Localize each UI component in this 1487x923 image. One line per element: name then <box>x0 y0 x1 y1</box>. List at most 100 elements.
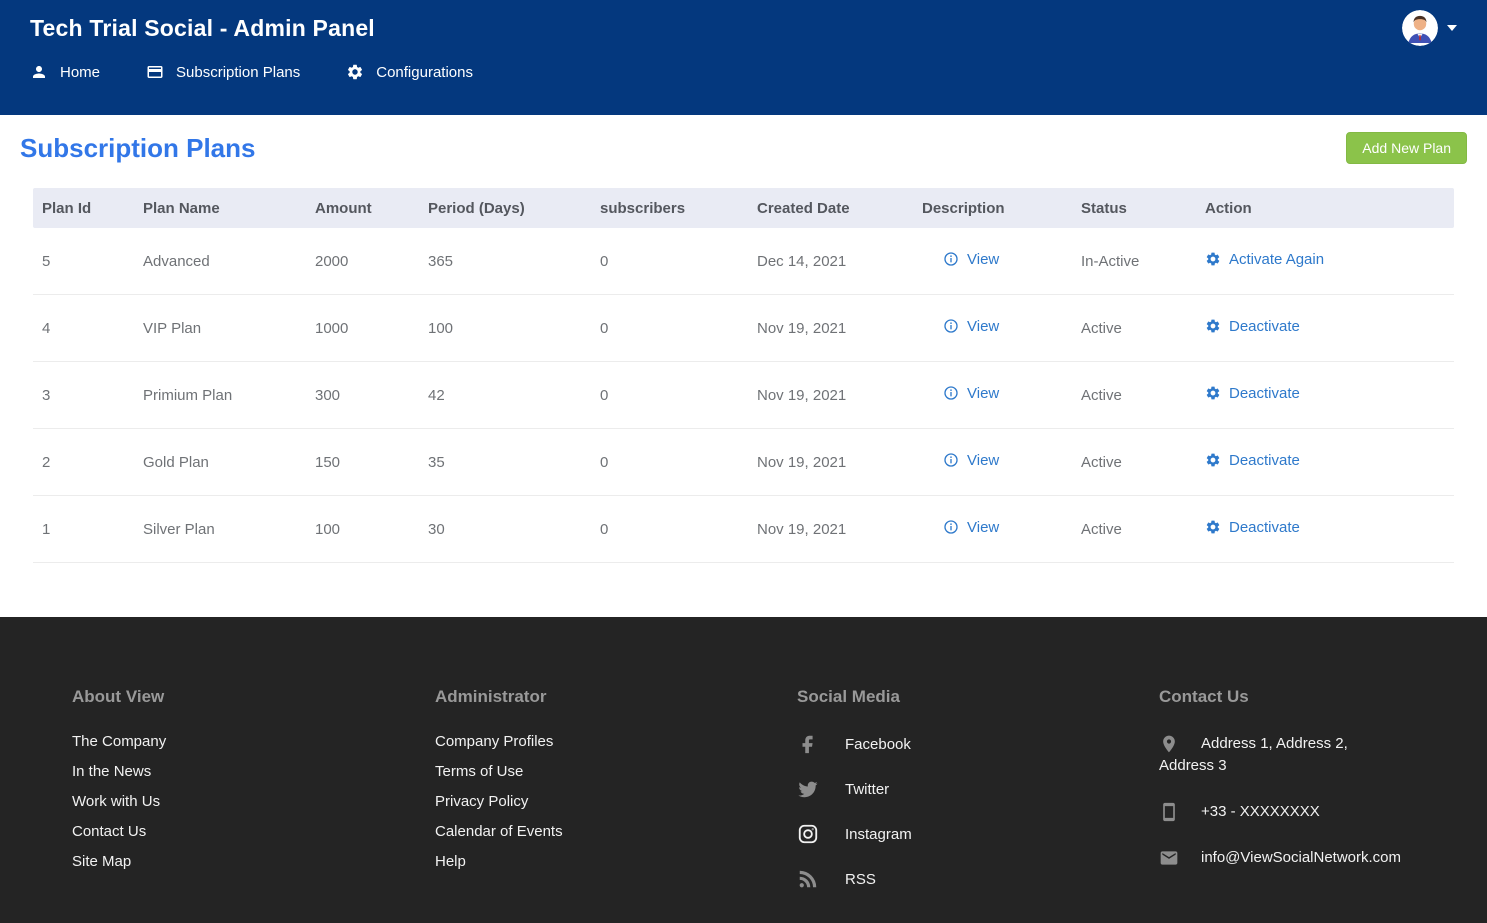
rss-icon <box>797 868 819 890</box>
social-label: Twitter <box>845 781 889 798</box>
cell-period-days: 35 <box>419 454 591 471</box>
gear-icon <box>1205 452 1221 468</box>
cell-created-date: Nov 19, 2021 <box>748 454 913 471</box>
footer-heading: Contact Us <box>1159 687 1447 707</box>
view-description-link[interactable]: View <box>943 519 999 536</box>
column-header: Action <box>1196 200 1454 217</box>
nav-item-configurations[interactable]: Configurations <box>346 63 473 81</box>
credit-card-icon <box>146 63 164 81</box>
footer-link[interactable]: Calendar of Events <box>435 823 797 840</box>
info-icon <box>943 318 959 334</box>
footer-link[interactable]: Site Map <box>72 853 435 870</box>
cell-period-days: 42 <box>419 387 591 404</box>
cell-action: Deactivate <box>1196 385 1454 406</box>
nav-item-subscription-plans[interactable]: Subscription Plans <box>146 63 300 81</box>
person-icon <box>30 63 48 81</box>
social-label: RSS <box>845 871 876 888</box>
footer-link[interactable]: In the News <box>72 763 435 780</box>
main-content: Subscription Plans Add New Plan Plan IdP… <box>0 115 1487 617</box>
cell-created-date: Nov 19, 2021 <box>748 320 913 337</box>
cell-plan-name: Gold Plan <box>134 454 306 471</box>
view-description-link[interactable]: View <box>943 452 999 469</box>
footer-social-link[interactable]: Instagram <box>797 823 1159 845</box>
cell-period-days: 30 <box>419 521 591 538</box>
footer-link[interactable]: Help <box>435 853 797 870</box>
footer-link[interactable]: The Company <box>72 733 435 750</box>
cell-description: View <box>913 318 1072 339</box>
footer-heading: Social Media <box>797 687 1159 707</box>
nav-item-label: Configurations <box>376 64 473 81</box>
footer-link[interactable]: Terms of Use <box>435 763 797 780</box>
cell-action: Activate Again <box>1196 251 1454 272</box>
column-header: subscribers <box>591 200 748 217</box>
page-title: Subscription Plans <box>20 133 256 164</box>
footer: About View The CompanyIn the NewsWork wi… <box>0 617 1487 923</box>
view-description-link[interactable]: View <box>943 251 999 268</box>
footer-link[interactable]: Privacy Policy <box>435 793 797 810</box>
status-text: Active <box>1072 454 1196 471</box>
cell-plan-name: VIP Plan <box>134 320 306 337</box>
footer-social-link[interactable]: Twitter <box>797 778 1159 800</box>
action-link[interactable]: Deactivate <box>1205 519 1300 536</box>
app-title: Tech Trial Social - Admin Panel <box>30 15 375 42</box>
table-row: 2 Gold Plan 150 35 0 Nov 19, 2021 View A… <box>33 429 1454 496</box>
column-header: Description <box>913 200 1072 217</box>
action-link[interactable]: Deactivate <box>1205 452 1300 469</box>
cell-plan-id: 2 <box>33 454 134 471</box>
column-header: Period (Days) <box>419 200 591 217</box>
info-icon <box>943 251 959 267</box>
table-row: 4 VIP Plan 1000 100 0 Nov 19, 2021 View … <box>33 295 1454 362</box>
gear-icon <box>1205 318 1221 334</box>
contact-text: info@ViewSocialNetwork.com <box>1201 849 1401 866</box>
cell-subscribers: 0 <box>591 253 748 270</box>
cell-subscribers: 0 <box>591 521 748 538</box>
cell-description: View <box>913 452 1072 473</box>
status-text: Active <box>1072 320 1196 337</box>
info-icon <box>943 385 959 401</box>
footer-social-link[interactable]: Facebook <box>797 733 1159 755</box>
footer-social-link[interactable]: RSS <box>797 868 1159 890</box>
add-new-plan-button[interactable]: Add New Plan <box>1346 132 1467 164</box>
cell-amount: 1000 <box>306 320 419 337</box>
cell-description: View <box>913 519 1072 540</box>
cell-amount: 300 <box>306 387 419 404</box>
info-icon <box>943 519 959 535</box>
cell-plan-id: 3 <box>33 387 134 404</box>
avatar <box>1402 10 1438 46</box>
footer-link[interactable]: Work with Us <box>72 793 435 810</box>
footer-administrator: Administrator Company ProfilesTerms of U… <box>435 675 797 923</box>
footer-social: Social Media Facebook Twitter Instagram RSS <box>797 675 1159 923</box>
contact-text: +33 - XXXXXXXX <box>1201 803 1320 820</box>
social-label: Facebook <box>845 736 911 753</box>
footer-link[interactable]: Contact Us <box>72 823 435 840</box>
table-header-row: Plan IdPlan NameAmountPeriod (Days)subsc… <box>33 188 1454 228</box>
nav-item-home[interactable]: Home <box>30 63 100 81</box>
table-row: 5 Advanced 2000 365 0 Dec 14, 2021 View … <box>33 228 1454 295</box>
table-body: 5 Advanced 2000 365 0 Dec 14, 2021 View … <box>33 228 1454 563</box>
social-links-list: Facebook Twitter Instagram RSS <box>797 733 1159 890</box>
column-header: Created Date <box>748 200 913 217</box>
view-description-link[interactable]: View <box>943 318 999 335</box>
phone-icon <box>1159 802 1179 822</box>
cell-plan-id: 4 <box>33 320 134 337</box>
contact-item: Address 1, Address 2, Address 3 <box>1159 733 1387 777</box>
column-header: Status <box>1072 200 1196 217</box>
user-menu[interactable] <box>1402 10 1457 46</box>
view-description-link[interactable]: View <box>943 385 999 402</box>
cell-action: Deactivate <box>1196 452 1454 473</box>
column-header: Plan Id <box>33 200 134 217</box>
gear-icon <box>1205 251 1221 267</box>
cell-subscribers: 0 <box>591 387 748 404</box>
action-link[interactable]: Deactivate <box>1205 318 1300 335</box>
cell-period-days: 365 <box>419 253 591 270</box>
action-link[interactable]: Deactivate <box>1205 385 1300 402</box>
cell-created-date: Nov 19, 2021 <box>748 387 913 404</box>
contact-item: +33 - XXXXXXXX <box>1159 801 1447 823</box>
footer-link[interactable]: Company Profiles <box>435 733 797 750</box>
cell-plan-id: 5 <box>33 253 134 270</box>
app-header: Tech Trial Social - Admin Panel Home Sub… <box>0 0 1487 115</box>
action-link[interactable]: Activate Again <box>1205 251 1324 268</box>
plans-table: Plan IdPlan NameAmountPeriod (Days)subsc… <box>33 188 1454 563</box>
footer-about: About View The CompanyIn the NewsWork wi… <box>72 675 435 923</box>
nav-item-label: Subscription Plans <box>176 64 300 81</box>
